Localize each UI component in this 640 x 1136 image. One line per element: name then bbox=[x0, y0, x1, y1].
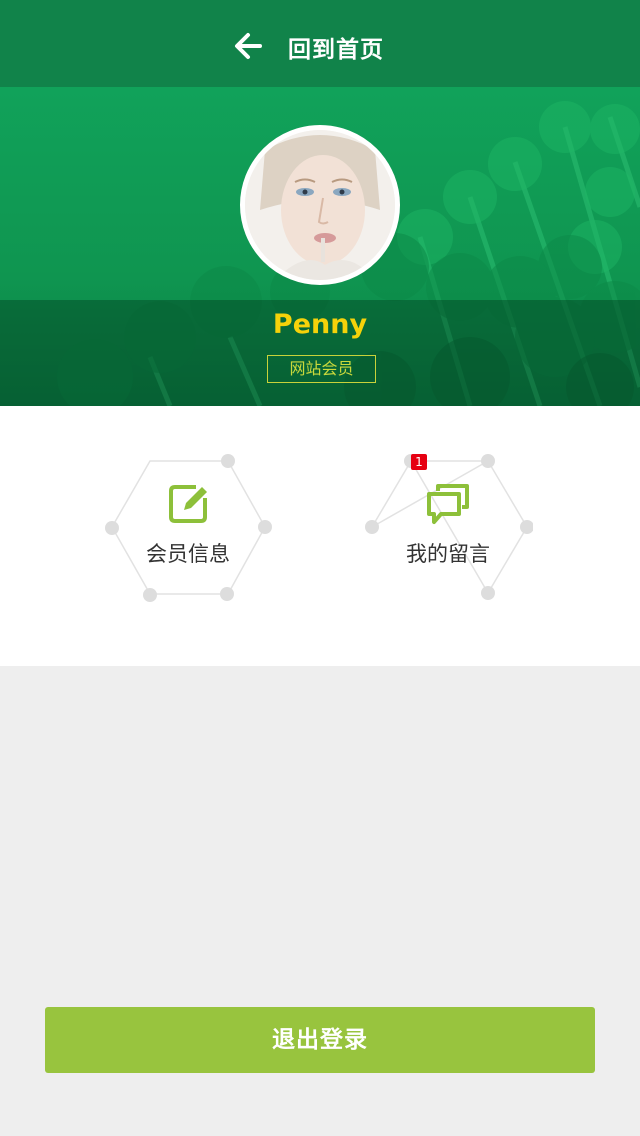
hexagon-decoration bbox=[365, 454, 533, 600]
member-info-button[interactable]: 会员信息 bbox=[103, 450, 273, 610]
username: Penny bbox=[272, 309, 368, 340]
my-messages-button[interactable]: 我的留言 bbox=[363, 450, 533, 610]
my-messages-label: 我的留言 bbox=[406, 542, 490, 566]
logout-button[interactable]: 退出登录 bbox=[45, 1007, 595, 1073]
back-home-button[interactable]: 回到首页 bbox=[228, 24, 398, 68]
avatar-photo bbox=[245, 130, 395, 280]
message-count-badge: 1 bbox=[411, 454, 427, 470]
chat-bubbles-icon bbox=[427, 484, 469, 524]
arrow-left-icon bbox=[235, 33, 262, 59]
member-badge: 网站会员 bbox=[267, 355, 376, 383]
avatar[interactable] bbox=[240, 125, 400, 285]
profile-hero: Penny 网站会员 bbox=[0, 87, 640, 406]
edit-icon bbox=[169, 485, 207, 523]
member-info-label: 会员信息 bbox=[146, 542, 230, 566]
hexagon-decoration bbox=[105, 454, 272, 602]
back-home-label: 回到首页 bbox=[288, 37, 384, 63]
top-bar: 回到首页 bbox=[0, 0, 640, 87]
action-panel: 会员信息 我的留言 1 bbox=[0, 406, 640, 666]
